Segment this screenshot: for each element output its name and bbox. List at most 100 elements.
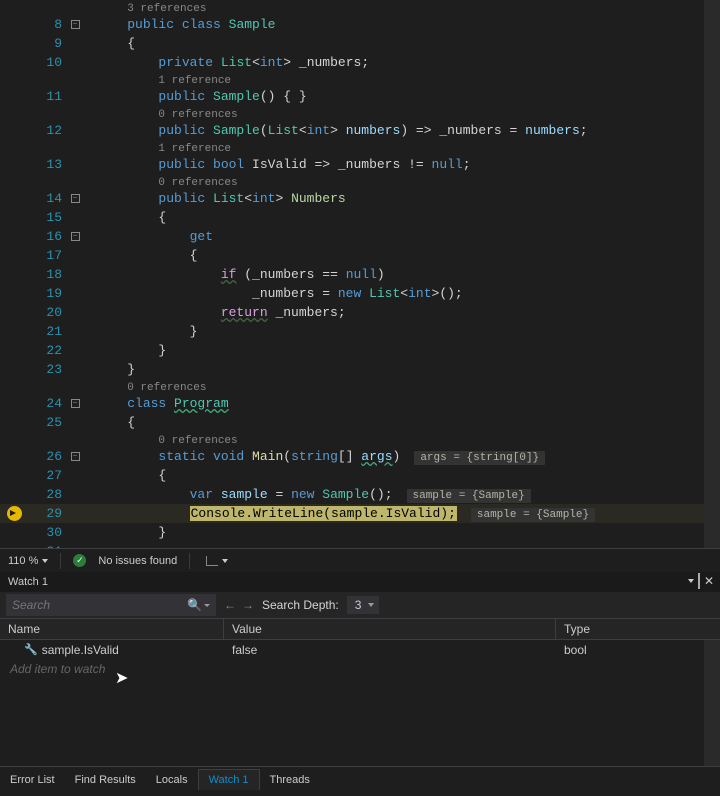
code-content[interactable]: Console.WriteLine(sample.IsValid);sample… bbox=[88, 506, 720, 521]
codelens-references[interactable]: 0 references bbox=[158, 109, 237, 121]
code-content[interactable]: 1 reference bbox=[88, 140, 720, 155]
watch-scrollbar[interactable] bbox=[704, 640, 720, 766]
tab-find-results[interactable]: Find Results bbox=[65, 770, 146, 790]
code-line[interactable]: 25 { bbox=[0, 413, 720, 432]
code-content[interactable]: var sample = new Sample();sample = {Samp… bbox=[88, 487, 720, 502]
code-content[interactable]: { bbox=[88, 36, 720, 51]
code-line[interactable]: 23 } bbox=[0, 360, 720, 379]
code-content[interactable]: get bbox=[88, 229, 720, 244]
code-line[interactable]: 0 references bbox=[0, 106, 720, 121]
code-content[interactable]: private List<int> _numbers; bbox=[88, 55, 720, 70]
editor-scrollbar[interactable] bbox=[704, 0, 720, 548]
code-content[interactable]: 0 references bbox=[88, 106, 720, 121]
add-watch-row[interactable]: Add item to watch bbox=[0, 659, 720, 678]
tab-error-list[interactable]: Error List bbox=[0, 770, 65, 790]
codelens-references[interactable]: 3 references bbox=[127, 3, 206, 15]
code-line[interactable]: 18 if (_numbers == null) bbox=[0, 265, 720, 284]
code-content[interactable]: public class Sample bbox=[88, 17, 720, 32]
code-line[interactable]: 24− class Program bbox=[0, 394, 720, 413]
code-line[interactable]: 14− public List<int> Numbers bbox=[0, 189, 720, 208]
search-icon[interactable]: 🔍 bbox=[187, 598, 202, 612]
code-content[interactable]: 0 references bbox=[88, 379, 720, 394]
code-line[interactable]: 1 reference bbox=[0, 140, 720, 155]
col-value[interactable]: Value bbox=[224, 619, 556, 639]
nav-back-icon[interactable]: ← bbox=[224, 598, 236, 612]
code-content[interactable]: 3 references bbox=[88, 0, 720, 15]
tab-locals[interactable]: Locals bbox=[146, 770, 198, 790]
code-line[interactable]: 9 { bbox=[0, 34, 720, 53]
code-line[interactable]: 10 private List<int> _numbers; bbox=[0, 53, 720, 72]
fold-toggle-icon[interactable]: − bbox=[71, 194, 80, 203]
code-line[interactable]: 20 return _numbers; bbox=[0, 303, 720, 322]
code-content[interactable]: if (_numbers == null) bbox=[88, 267, 720, 282]
code-line[interactable]: 13 public bool IsValid => _numbers != nu… bbox=[0, 155, 720, 174]
code-line[interactable]: 28 var sample = new Sample();sample = {S… bbox=[0, 485, 720, 504]
fold-gutter[interactable]: − bbox=[68, 232, 82, 241]
code-line[interactable]: 15 { bbox=[0, 208, 720, 227]
code-content[interactable]: 1 reference bbox=[88, 72, 720, 87]
codelens-references[interactable]: 1 reference bbox=[158, 143, 231, 155]
code-content[interactable]: } bbox=[88, 343, 720, 358]
code-content[interactable] bbox=[88, 544, 720, 548]
code-content[interactable]: { bbox=[88, 210, 720, 225]
code-content[interactable]: } bbox=[88, 525, 720, 540]
code-line[interactable]: 8− public class Sample bbox=[0, 15, 720, 34]
code-line[interactable]: 1 reference bbox=[0, 72, 720, 87]
codelens-references[interactable]: 0 references bbox=[158, 435, 237, 447]
code-content[interactable]: public List<int> Numbers bbox=[88, 191, 720, 206]
code-content[interactable]: class Program bbox=[88, 396, 720, 411]
paintbrush-dropdown[interactable] bbox=[202, 554, 232, 568]
col-name[interactable]: Name bbox=[0, 619, 224, 639]
code-line[interactable]: 16− get bbox=[0, 227, 720, 246]
code-line[interactable]: 30 } bbox=[0, 523, 720, 542]
code-line[interactable]: 17 { bbox=[0, 246, 720, 265]
code-line[interactable]: 0 references bbox=[0, 174, 720, 189]
code-line[interactable]: 0 references bbox=[0, 432, 720, 447]
fold-toggle-icon[interactable]: − bbox=[71, 20, 80, 29]
code-editor[interactable]: 3 references8− public class Sample9 {10 … bbox=[0, 0, 720, 548]
code-content[interactable]: { bbox=[88, 415, 720, 430]
code-line[interactable]: 3 references bbox=[0, 0, 720, 15]
code-content[interactable]: public Sample(List<int> numbers) => _num… bbox=[88, 123, 720, 138]
code-line[interactable]: 22 } bbox=[0, 341, 720, 360]
search-field[interactable] bbox=[12, 598, 187, 612]
code-content[interactable]: 0 references bbox=[88, 174, 720, 189]
code-line[interactable]: 26− static void Main(string[] args)args … bbox=[0, 447, 720, 466]
tab-watch-1[interactable]: Watch 1 bbox=[198, 769, 260, 790]
code-content[interactable]: 0 references bbox=[88, 432, 720, 447]
fold-gutter[interactable]: − bbox=[68, 20, 82, 29]
code-content[interactable]: public Sample() { } bbox=[88, 89, 720, 104]
fold-toggle-icon[interactable]: − bbox=[71, 399, 80, 408]
fold-gutter[interactable]: − bbox=[68, 399, 82, 408]
tab-threads[interactable]: Threads bbox=[260, 770, 320, 790]
code-content[interactable]: } bbox=[88, 324, 720, 339]
code-content[interactable]: { bbox=[88, 248, 720, 263]
code-line[interactable]: 21 } bbox=[0, 322, 720, 341]
code-line[interactable]: 29 Console.WriteLine(sample.IsValid);sam… bbox=[0, 504, 720, 523]
code-line[interactable]: 12 public Sample(List<int> numbers) => _… bbox=[0, 121, 720, 140]
code-content[interactable]: _numbers = new List<int>(); bbox=[88, 286, 720, 301]
breakpoint-gutter[interactable] bbox=[0, 506, 28, 521]
fold-toggle-icon[interactable]: − bbox=[71, 452, 80, 461]
code-line[interactable]: 27 { bbox=[0, 466, 720, 485]
code-content[interactable]: { bbox=[88, 468, 720, 483]
codelens-references[interactable]: 0 references bbox=[158, 177, 237, 189]
zoom-dropdown[interactable]: 110 % bbox=[8, 555, 48, 567]
window-position-icon[interactable] bbox=[688, 579, 694, 583]
code-content[interactable]: static void Main(string[] args)args = {s… bbox=[88, 449, 720, 464]
chevron-down-icon[interactable] bbox=[204, 604, 210, 607]
close-icon[interactable]: ✕ bbox=[704, 574, 714, 588]
watch-row[interactable]: 🔧sample.IsValid false bool bbox=[0, 640, 720, 659]
code-line[interactable]: 19 _numbers = new List<int>(); bbox=[0, 284, 720, 303]
watch-search-input[interactable]: 🔍 bbox=[6, 594, 216, 616]
code-line[interactable]: 0 references bbox=[0, 379, 720, 394]
fold-toggle-icon[interactable]: − bbox=[71, 232, 80, 241]
fold-gutter[interactable]: − bbox=[68, 194, 82, 203]
code-content[interactable]: public bool IsValid => _numbers != null; bbox=[88, 157, 720, 172]
search-depth-dropdown[interactable]: 3 bbox=[347, 596, 380, 614]
code-content[interactable]: return _numbers; bbox=[88, 305, 720, 320]
nav-forward-icon[interactable]: → bbox=[242, 598, 254, 612]
fold-gutter[interactable]: − bbox=[68, 452, 82, 461]
codelens-references[interactable]: 1 reference bbox=[158, 75, 231, 87]
codelens-references[interactable]: 0 references bbox=[127, 382, 206, 394]
